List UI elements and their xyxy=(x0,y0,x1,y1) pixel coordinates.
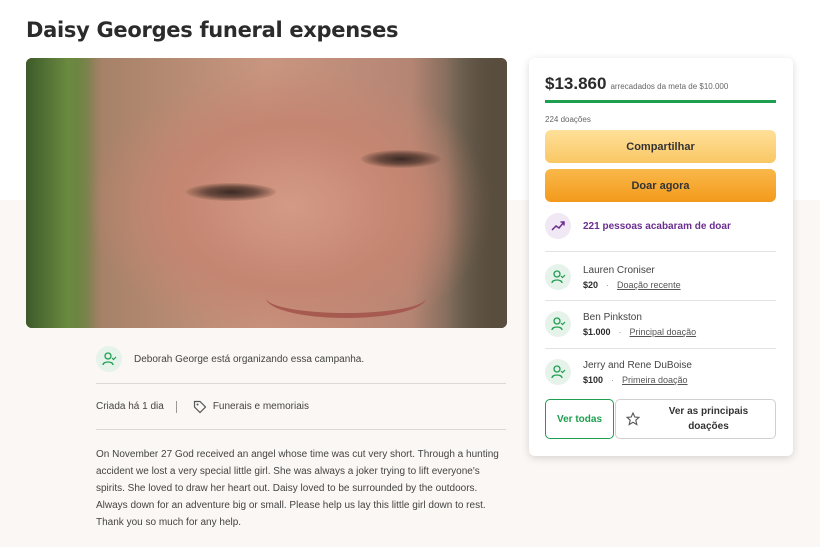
organizer-row: Deborah George está organizando essa cam… xyxy=(96,346,506,384)
created-date: Criada há 1 dia xyxy=(96,401,164,412)
campaign-photo xyxy=(26,58,507,328)
donor-icon xyxy=(545,359,571,385)
donor-item: Jerry and Rene DuBoise $100 · Primeira d… xyxy=(545,349,776,395)
donor-item: Ben Pinkston $1.000 · Principal doação xyxy=(545,301,776,347)
campaign-description: On November 27 God received an angel who… xyxy=(96,449,499,528)
progress-fill xyxy=(545,100,776,103)
photo-eye-right xyxy=(361,150,441,168)
donation-count: 224 doações xyxy=(545,115,591,124)
donor-amount: $20 xyxy=(583,279,599,290)
donor-name: Jerry and Rene DuBoise xyxy=(583,359,692,371)
share-button[interactable]: Compartilhar xyxy=(545,130,776,163)
category-label: Funerais e memoriais xyxy=(212,401,309,412)
meta-divider xyxy=(175,400,177,413)
donor-icon xyxy=(545,311,571,337)
see-all-button[interactable]: Ver todas xyxy=(545,399,614,439)
user-icon xyxy=(96,346,122,372)
donor-name: Ben Pinkston xyxy=(583,311,642,323)
organizer-text: Deborah George está organizando essa cam… xyxy=(134,354,365,365)
photo-eye-left xyxy=(186,183,276,201)
see-top-donations-label: Ver as principais doações xyxy=(668,406,749,432)
photo-smile xyxy=(266,278,426,318)
see-top-donations-button[interactable]: Ver as principais doações xyxy=(615,399,776,439)
donor-amount: $1.000 xyxy=(583,326,611,337)
category-link[interactable]: Funerais e memoriais xyxy=(193,400,309,414)
dot-separator: · xyxy=(618,326,622,337)
donor-name: Lauren Croniser xyxy=(583,264,655,276)
divider xyxy=(545,251,776,252)
dot-separator: · xyxy=(606,279,610,290)
tag-icon xyxy=(193,400,207,413)
goal-text: arrecadados da meta de $10.000 xyxy=(610,82,729,91)
donor-item: Lauren Croniser $20 · Doação recente xyxy=(545,254,776,300)
raised-amount: $13.860 xyxy=(545,74,607,93)
donate-button[interactable]: Doar agora xyxy=(545,169,776,202)
amount-row: $13.860 arrecadados da meta de $10.000 xyxy=(545,74,728,94)
progress-bar xyxy=(545,100,776,103)
donation-card: $13.860 arrecadados da meta de $10.000 2… xyxy=(529,58,793,456)
photo-background-right xyxy=(447,58,507,328)
photo-background-left xyxy=(26,58,96,328)
trend-text: 221 pessoas acabaram de doar xyxy=(583,220,731,232)
donor-tag-link[interactable]: Primeira doação xyxy=(622,375,688,385)
dot-separator: · xyxy=(611,374,615,385)
recent-donors-trend: 221 pessoas acabaram de doar xyxy=(545,213,731,239)
page-title: Daisy Georges funeral expenses xyxy=(26,18,399,42)
trending-up-icon xyxy=(545,213,571,239)
donor-tag-link[interactable]: Principal doação xyxy=(630,327,697,337)
star-icon xyxy=(626,412,640,426)
donor-icon xyxy=(545,264,571,290)
campaign-meta: Criada há 1 dia Funerais e memoriais xyxy=(96,384,506,430)
donor-amount: $100 xyxy=(583,374,604,385)
donor-tag-link[interactable]: Doação recente xyxy=(617,280,681,290)
